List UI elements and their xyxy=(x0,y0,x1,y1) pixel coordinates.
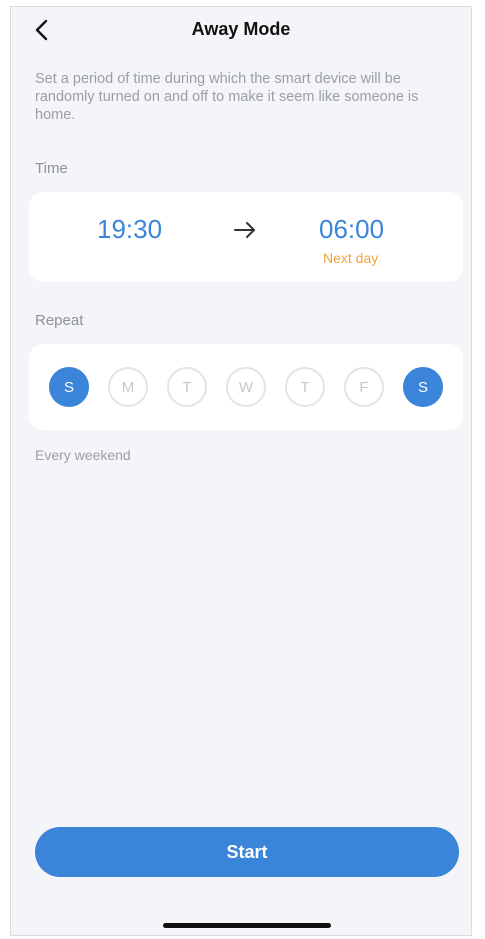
day-wednesday[interactable]: W xyxy=(226,367,266,407)
page-title: Away Mode xyxy=(191,19,291,39)
time-section-label: Time xyxy=(35,160,68,177)
repeat-summary: Every weekend xyxy=(35,447,131,463)
day-sunday[interactable]: S xyxy=(49,367,89,407)
time-card: 19:30 06:00 Next day xyxy=(29,192,463,282)
repeat-section-label: Repeat xyxy=(35,312,84,329)
phone-screen: Away Mode Set a period of time during wh… xyxy=(10,6,472,936)
header: Away Mode xyxy=(11,7,471,53)
description-text: Set a period of time during which the sm… xyxy=(35,71,419,123)
next-day-note: Next day xyxy=(323,250,379,266)
day-tuesday[interactable]: T xyxy=(167,367,207,407)
day-friday[interactable]: F xyxy=(344,367,384,407)
home-indicator xyxy=(163,923,331,928)
day-thursday[interactable]: T xyxy=(285,367,325,407)
day-monday[interactable]: M xyxy=(108,367,148,407)
arrow-right-icon xyxy=(234,222,255,238)
day-selector: S M T W T F S xyxy=(49,367,443,407)
end-time[interactable]: 06:00 xyxy=(319,214,384,245)
start-button[interactable]: Start xyxy=(35,827,459,877)
start-time[interactable]: 19:30 xyxy=(97,214,162,245)
day-saturday[interactable]: S xyxy=(403,367,443,407)
repeat-card: S M T W T F S xyxy=(29,344,463,430)
